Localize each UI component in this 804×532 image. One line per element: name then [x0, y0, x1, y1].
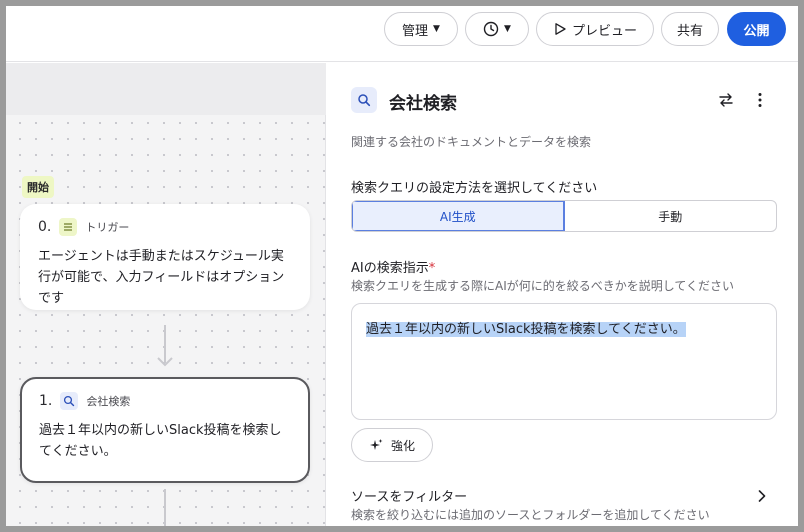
more-options-icon[interactable] — [751, 91, 769, 109]
node-detail-panel: 会社検索 関連する会社のドキュメントとデータを検索 検索クエリの設定方法を選択し… — [327, 63, 798, 526]
history-menu-button[interactable]: ▼ — [465, 12, 529, 46]
enhance-button[interactable]: 強化 — [351, 428, 433, 462]
node-header: 1. 会社検索 — [39, 392, 291, 410]
node-header: 0. トリガー — [38, 218, 292, 236]
app-window: 管理 ▼ ▼ プレビュー 共有 公開 開始 0. トリガー エージェントは手動ま… — [6, 6, 798, 526]
required-mark: * — [428, 261, 436, 276]
share-label: 共有 — [676, 23, 703, 39]
mode-option-manual[interactable]: 手動 — [565, 201, 777, 231]
clock-icon — [483, 21, 499, 37]
caret-down-icon: ▼ — [433, 24, 440, 34]
workflow-node-trigger[interactable]: 0. トリガー エージェントは手動またはスケジュール実行が可能で、入力フィールド… — [20, 204, 310, 310]
sparkle-icon — [369, 439, 383, 450]
source-filter-title[interactable]: ソースをフィルター — [351, 486, 467, 505]
workflow-node-company-search[interactable]: 1. 会社検索 過去１年以内の新しいSlack投稿を検索してください。 — [20, 377, 310, 483]
preview-label: プレビュー — [571, 23, 637, 39]
query-mode-toggle: AI生成 手動 — [351, 200, 777, 232]
search-icon — [60, 392, 79, 410]
node-description: 過去１年以内の新しいSlack投稿を検索してください。 — [39, 423, 282, 459]
instruction-text: 過去１年以内の新しいSlack投稿を検索してください。 — [366, 322, 686, 337]
chevron-right-icon[interactable] — [755, 489, 769, 503]
mode-question-label: 検索クエリの設定方法を選択してください — [351, 181, 598, 196]
swap-icon[interactable] — [717, 91, 735, 109]
node-number: 1. — [39, 393, 53, 409]
panel-title: 会社検索 — [389, 94, 457, 114]
caret-down-icon: ▼ — [504, 24, 511, 34]
top-toolbar: 管理 ▼ ▼ プレビュー 共有 公開 — [6, 6, 798, 62]
manage-label: 管理 — [402, 23, 429, 39]
publish-label: 公開 — [743, 23, 770, 39]
connector-line — [164, 489, 166, 526]
instruction-textarea[interactable]: 過去１年以内の新しいSlack投稿を検索してください。 — [351, 303, 777, 420]
share-button[interactable]: 共有 — [661, 12, 719, 46]
node-type-label: トリガー — [85, 221, 130, 234]
list-icon — [59, 218, 78, 236]
workflow-canvas[interactable]: 開始 0. トリガー エージェントは手動またはスケジュール実行が可能で、入力フィ… — [6, 63, 326, 526]
arrow-down-icon — [157, 357, 173, 367]
panel-description: 関連する会社のドキュメントとデータを検索 — [351, 135, 592, 149]
play-icon — [555, 23, 566, 35]
publish-button[interactable]: 公開 — [727, 12, 786, 46]
node-description: エージェントは手動またはスケジュール実行が可能で、入力フィールドはオプションです — [38, 249, 285, 306]
preview-button[interactable]: プレビュー — [536, 12, 654, 46]
node-number: 0. — [38, 219, 52, 235]
source-filter-help: 検索を絞り込むには追加のソースとフォルダーを追加してください — [351, 508, 710, 522]
start-badge: 開始 — [22, 176, 54, 198]
instruction-help-text: 検索クエリを生成する際にAIが何に的を絞るべきかを説明してください — [351, 279, 735, 293]
canvas-header-band — [6, 63, 326, 115]
node-type-label: 会社検索 — [86, 395, 131, 408]
mode-option-ai[interactable]: AI生成 — [352, 201, 565, 231]
enhance-label: 強化 — [390, 438, 415, 453]
manage-menu-button[interactable]: 管理 ▼ — [384, 12, 458, 46]
instruction-label-text: AIの検索指示 — [351, 261, 429, 276]
instruction-label: AIの検索指示* — [351, 257, 435, 276]
search-icon — [351, 87, 377, 113]
